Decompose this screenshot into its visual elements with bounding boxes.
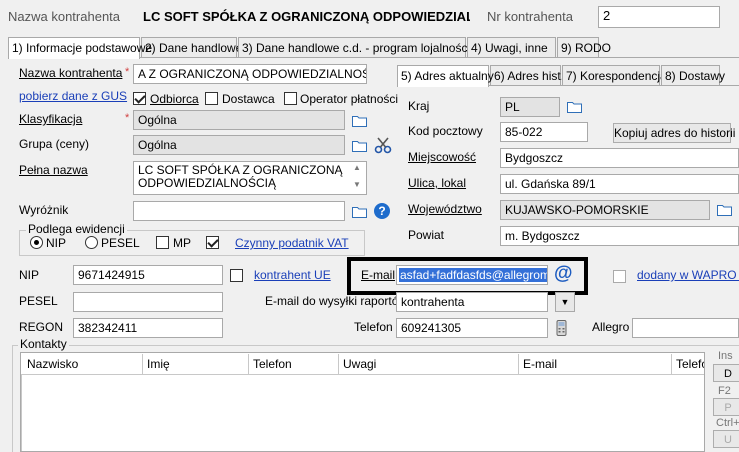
wyroznik-label: Wyróżnik	[19, 203, 69, 217]
folder-icon[interactable]	[717, 204, 732, 216]
ctrl-shortcut: Ctrl+	[716, 417, 739, 429]
allegro-label: Allegro	[592, 320, 630, 334]
powiat-input[interactable]: m. Bydgoszcz	[500, 226, 739, 246]
nip-label: NIP	[19, 268, 40, 282]
pesel-radio[interactable]	[85, 236, 98, 249]
column-nazwisko[interactable]: Nazwisko	[23, 354, 143, 374]
tab-rodo[interactable]: 9) RODO	[557, 37, 611, 57]
dostawca-label: Dostawca	[222, 92, 275, 106]
ulica-input[interactable]: ul. Gdańska 89/1	[500, 174, 739, 194]
grupa-label: Grupa (ceny)	[19, 137, 90, 151]
copy-address-button[interactable]: Kopiuj adres do historii	[613, 123, 735, 143]
required-mark-nazwa: *	[125, 66, 130, 78]
column-email[interactable]: E-mail	[519, 354, 672, 374]
wapro-checkbox[interactable]	[613, 270, 626, 283]
grupa-input[interactable]: Ogólna	[133, 135, 345, 155]
folder-icon[interactable]	[567, 101, 582, 113]
grid-row-indicator-column	[21, 375, 22, 451]
nazwa-label: Nazwa kontrahenta	[19, 66, 123, 80]
vat-checkbox[interactable]	[206, 236, 219, 249]
miejsc-input[interactable]: Bydgoszcz	[500, 148, 739, 168]
pesel-input[interactable]	[73, 292, 223, 312]
folder-icon[interactable]	[352, 115, 367, 127]
klasyfikacja-input[interactable]: Ogólna	[133, 110, 345, 130]
regon-input[interactable]: 382342411	[73, 318, 223, 338]
nip-radio[interactable]	[30, 236, 43, 249]
kraj-input[interactable]: PL	[500, 97, 560, 117]
edit-contact-button[interactable]: P	[713, 398, 739, 416]
vat-link[interactable]: Czynny podatnik VAT	[235, 236, 349, 250]
odbiorca-label: Odbiorca	[150, 92, 199, 106]
help-icon[interactable]: ?	[374, 203, 390, 219]
required-mark-klasyfikacja: *	[125, 112, 130, 124]
name-label: Nazwa kontrahenta	[8, 9, 121, 24]
miejsc-label: Miejscowość	[408, 150, 477, 164]
pesel-label: PESEL	[19, 294, 58, 308]
ue-link[interactable]: kontrahent UE	[254, 268, 331, 282]
tab-informacje-podstawowe[interactable]: 1) Informacje podstawowe	[8, 37, 152, 59]
nip-input[interactable]: 9671424915	[73, 265, 223, 285]
column-imie[interactable]: Imię	[143, 354, 249, 374]
tab-uwagi-inne[interactable]: 4) Uwagi, inne	[467, 37, 556, 57]
column-telefon-2[interactable]: Telefo	[672, 354, 704, 374]
allegro-input[interactable]	[632, 318, 739, 338]
nr-value[interactable]: 2	[598, 6, 720, 28]
wapro-link[interactable]: dodany w WAPRO B2	[637, 268, 739, 282]
folder-icon[interactable]	[352, 140, 367, 152]
woj-label: Województwo	[408, 202, 482, 216]
klasyfikacja-label: Klasyfikacja	[19, 112, 83, 126]
telefon-input[interactable]: 609241305	[396, 318, 548, 338]
kod-input[interactable]: 85-022	[500, 122, 588, 142]
highlight-frame	[347, 257, 588, 295]
tab-dostawy[interactable]: 8) Dostawy	[661, 65, 725, 85]
tab-adres-aktualny[interactable]: 5) Adres aktualny	[397, 65, 494, 87]
textarea-scroll-up[interactable]: ▲	[350, 163, 364, 176]
chevron-down-icon[interactable]: ▼	[555, 292, 575, 312]
operator-checkbox[interactable]	[284, 92, 297, 105]
nip-radio-label: NIP	[46, 236, 67, 250]
regon-label: REGON	[19, 320, 64, 334]
column-uwagi[interactable]: Uwagi	[339, 354, 519, 374]
tab-dane-handlowe[interactable]: 2) Dane handlowe	[141, 37, 242, 57]
pelna-textarea[interactable]: LC SOFT SPÓŁKA Z OGRANICZONĄ ODPOWIEDZIA…	[133, 161, 367, 195]
ue-checkbox[interactable]	[230, 269, 243, 282]
scissors-icon[interactable]	[374, 136, 392, 154]
contacts-label: Kontakty	[18, 337, 69, 351]
gus-link[interactable]: pobierz dane z GUS	[19, 89, 127, 103]
tab-adres-hist[interactable]: 6) Adres hist.	[490, 65, 564, 85]
pesel-radio-label: PESEL	[101, 236, 140, 250]
mp-checkbox[interactable]	[156, 236, 169, 249]
email-raport-label: E-mail do wysyłki raportów	[265, 294, 408, 308]
mp-label: MP	[173, 236, 191, 250]
textarea-scroll-down[interactable]: ▼	[350, 180, 364, 193]
column-telefon[interactable]: Telefon	[249, 354, 339, 374]
add-contact-button[interactable]: D	[713, 364, 739, 382]
wyroznik-input[interactable]	[133, 201, 345, 221]
nazwa-input[interactable]: A Z OGRANICZONĄ ODPOWIEDZIALNOŚCIĄ	[133, 64, 367, 84]
powiat-label: Powiat	[408, 228, 445, 242]
odbiorca-checkbox[interactable]	[133, 92, 146, 105]
name-value: LC SOFT SPÓŁKA Z OGRANICZONĄ ODPOWIEDZIA…	[143, 9, 470, 24]
delete-contact-button[interactable]: U	[713, 430, 739, 448]
folder-icon[interactable]	[352, 206, 367, 218]
dostawca-checkbox[interactable]	[205, 92, 218, 105]
pelna-label: Pełna nazwa	[19, 163, 88, 177]
nr-label: Nr kontrahenta	[487, 9, 573, 24]
telefon-label: Telefon	[354, 320, 393, 334]
tab-dane-handlowe-cd[interactable]: 3) Dane handlowe c.d. - program lojalnoś…	[238, 37, 491, 57]
phone-icon[interactable]	[556, 320, 567, 336]
ulica-label: Ulica, lokal	[408, 176, 467, 190]
tab-korespondencja[interactable]: 7) Korespondencja	[562, 65, 667, 85]
f2-shortcut: F2	[718, 385, 731, 397]
woj-input[interactable]: KUJAWSKO-POMORSKIE	[500, 200, 710, 220]
kod-label: Kod pocztowy	[408, 124, 483, 138]
grid-header-separator	[21, 374, 704, 375]
ewid-label: Podlega ewidencji	[26, 222, 127, 236]
kraj-label: Kraj	[408, 99, 430, 113]
operator-label: Operator płatności	[300, 92, 399, 106]
email-raport-select[interactable]: kontrahenta	[396, 292, 548, 312]
pelna-line-2: ODPOWIEDZIALNOŚCIĄ	[138, 176, 277, 190]
ins-shortcut: Ins	[718, 350, 733, 362]
